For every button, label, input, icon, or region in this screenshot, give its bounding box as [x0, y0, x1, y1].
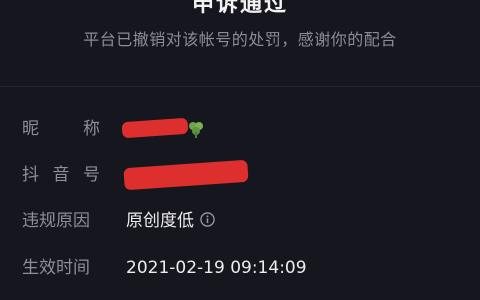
violation-reason-label: 违规原因 [22, 211, 90, 231]
effective-time-label: 生效时间 [22, 258, 90, 278]
douyin-id-label-char: 号 [83, 165, 100, 185]
violation-reason-row: 违规原因 原创度低 [0, 204, 480, 238]
clover-icon [189, 122, 203, 138]
violation-reason-value: 原创度低 [126, 204, 215, 238]
nickname-label-char: 昵 [22, 119, 39, 139]
nickname-label: 昵 称 [22, 112, 100, 146]
douyin-id-label-char: 音 [52, 165, 70, 185]
divider [0, 86, 480, 87]
effective-time-row: 生效时间 2021-02-19 09:14:09 [0, 251, 480, 285]
douyin-id-label: 抖 音 号 [22, 158, 100, 192]
effective-time-value: 2021-02-19 09:14:09 [126, 258, 307, 278]
nickname-row: 昵 称 [0, 112, 480, 146]
redaction-mark [123, 159, 249, 191]
page-subtitle: 平台已撤销对该帐号的处罚，感谢你的配合 [83, 30, 397, 49]
page-title: 申诉通过 [191, 0, 288, 17]
violation-reason-text: 原创度低 [126, 211, 194, 231]
douyin-id-label-char: 抖 [22, 165, 39, 185]
info-icon[interactable] [200, 211, 215, 227]
redaction-mark [121, 117, 189, 139]
douyin-id-row: 抖 音 号 [0, 158, 480, 192]
nickname-label-char: 称 [83, 119, 100, 139]
